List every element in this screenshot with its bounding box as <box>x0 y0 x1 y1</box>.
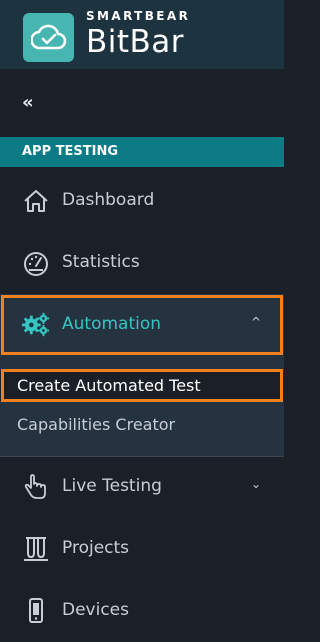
brand-product: BitBar <box>86 24 185 60</box>
home-icon <box>24 190 48 212</box>
section-header-label: APP TESTING <box>22 144 119 159</box>
sidebar-item-label: Projects <box>62 538 130 558</box>
gauge-icon <box>24 252 48 276</box>
brand-header: SMARTBEAR BitBar <box>0 0 284 69</box>
bitbar-logo[interactable] <box>23 13 74 62</box>
sidebar-item-label: Dashboard <box>62 190 155 210</box>
sidebar-item-dashboard[interactable]: Dashboard <box>0 170 284 232</box>
highlight-box-automation <box>1 295 283 355</box>
chevron-down-icon[interactable]: ⌄ <box>251 477 261 491</box>
mobile-device-icon <box>29 598 43 623</box>
sidebar-item-statistics[interactable]: Statistics <box>0 232 284 294</box>
section-header-app-testing: APP TESTING <box>0 137 284 167</box>
sidebar-item-label: Statistics <box>62 252 140 272</box>
sidebar-item-live-testing[interactable]: Live Testing ⌄ <box>0 456 284 518</box>
sidebar-item-devices[interactable]: Devices <box>0 580 284 642</box>
sidebar-item-projects[interactable]: Projects <box>0 518 284 580</box>
brand-company: SMARTBEAR <box>86 9 191 23</box>
hand-pointer-icon <box>24 474 46 499</box>
sidebar-item-label: Devices <box>62 600 129 620</box>
highlight-box-create-automated-test <box>1 369 283 402</box>
cloud-check-icon <box>31 24 67 50</box>
collapse-sidebar-icon[interactable]: « <box>22 91 46 115</box>
test-tubes-icon <box>24 537 48 561</box>
submenu-item-label: Capabilities Creator <box>17 415 176 434</box>
submenu-item-capabilities-creator[interactable]: Capabilities Creator <box>0 410 284 440</box>
sidebar-item-label: Live Testing <box>62 476 162 496</box>
